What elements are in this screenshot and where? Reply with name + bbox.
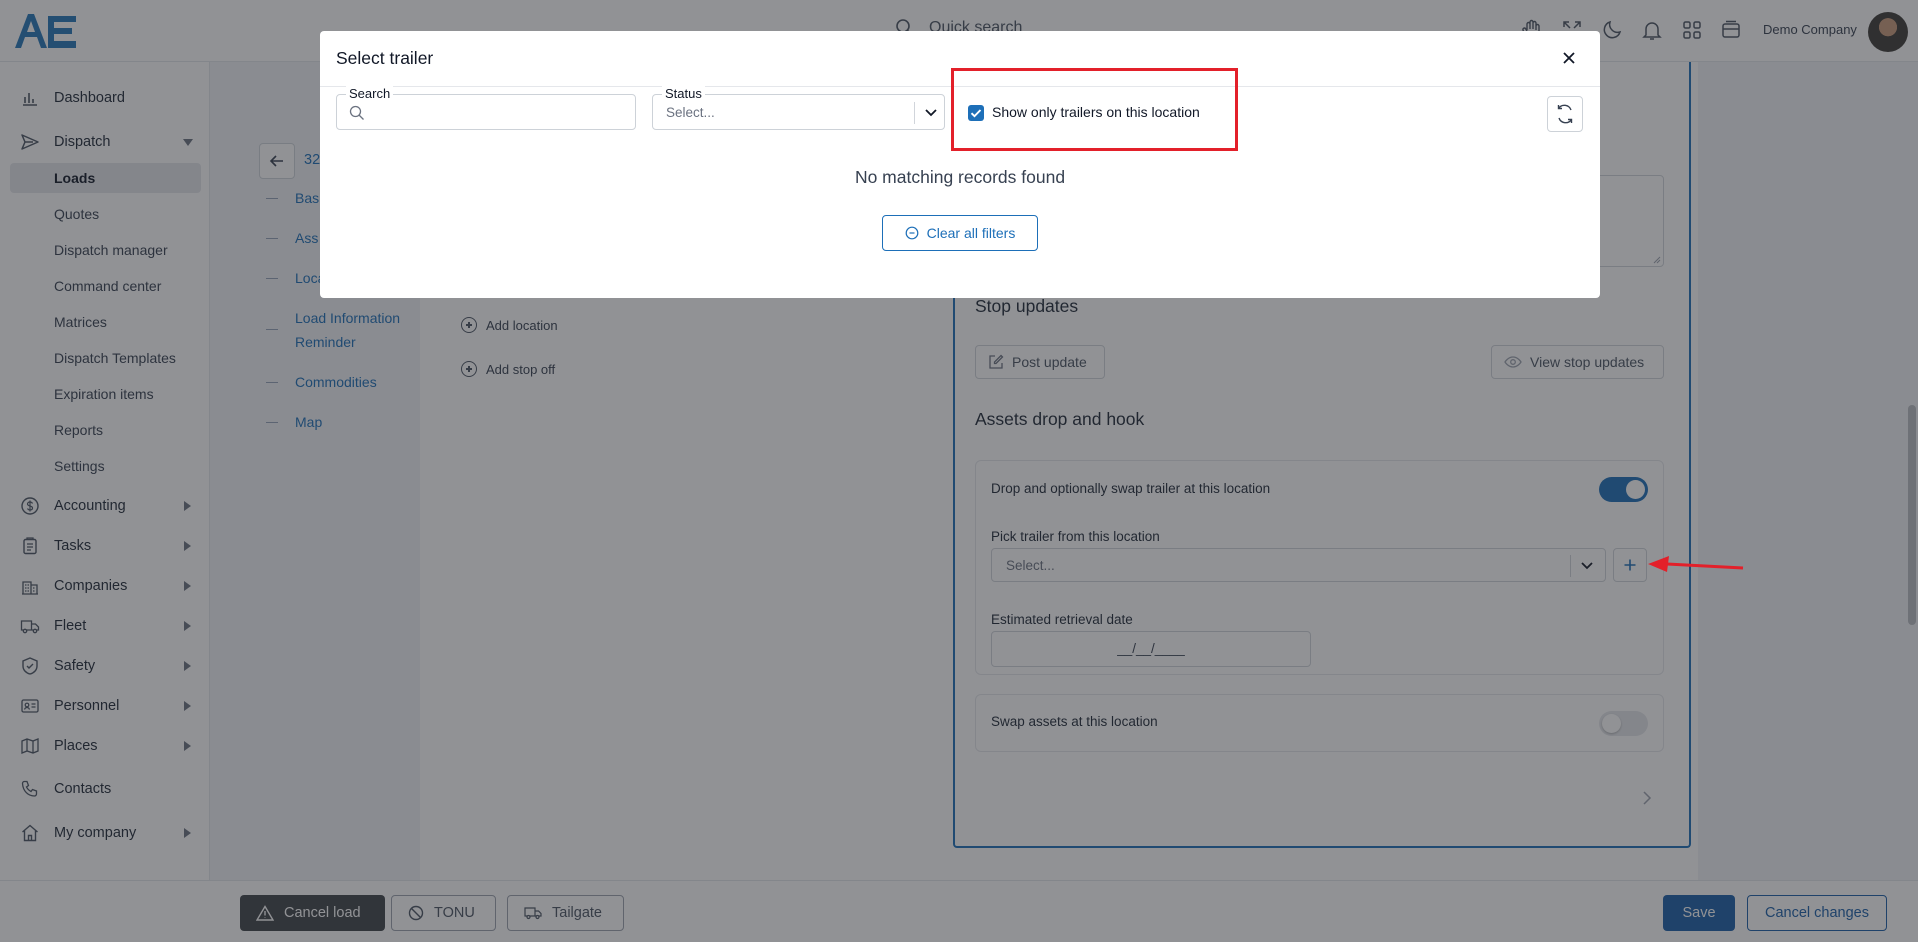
refresh-button[interactable] bbox=[1547, 96, 1583, 132]
clear-all-filters-button[interactable]: Clear all filters bbox=[882, 215, 1038, 251]
clear-all-filters-label: Clear all filters bbox=[926, 225, 1016, 241]
status-label: Status bbox=[662, 86, 705, 101]
minus-circle-icon bbox=[905, 226, 919, 240]
close-icon[interactable] bbox=[1560, 49, 1578, 67]
empty-state-message: No matching records found bbox=[854, 167, 1066, 187]
select-divider bbox=[914, 102, 915, 124]
refresh-icon bbox=[1557, 104, 1573, 124]
status-placeholder: Select... bbox=[666, 105, 715, 120]
modal-title: Select trailer bbox=[336, 48, 434, 68]
chevron-down-icon bbox=[925, 109, 937, 117]
annotation-arrow-icon bbox=[1648, 556, 1744, 572]
search-icon bbox=[349, 105, 364, 120]
search-label: Search bbox=[346, 86, 394, 101]
annotation-highlight-box bbox=[951, 68, 1238, 151]
